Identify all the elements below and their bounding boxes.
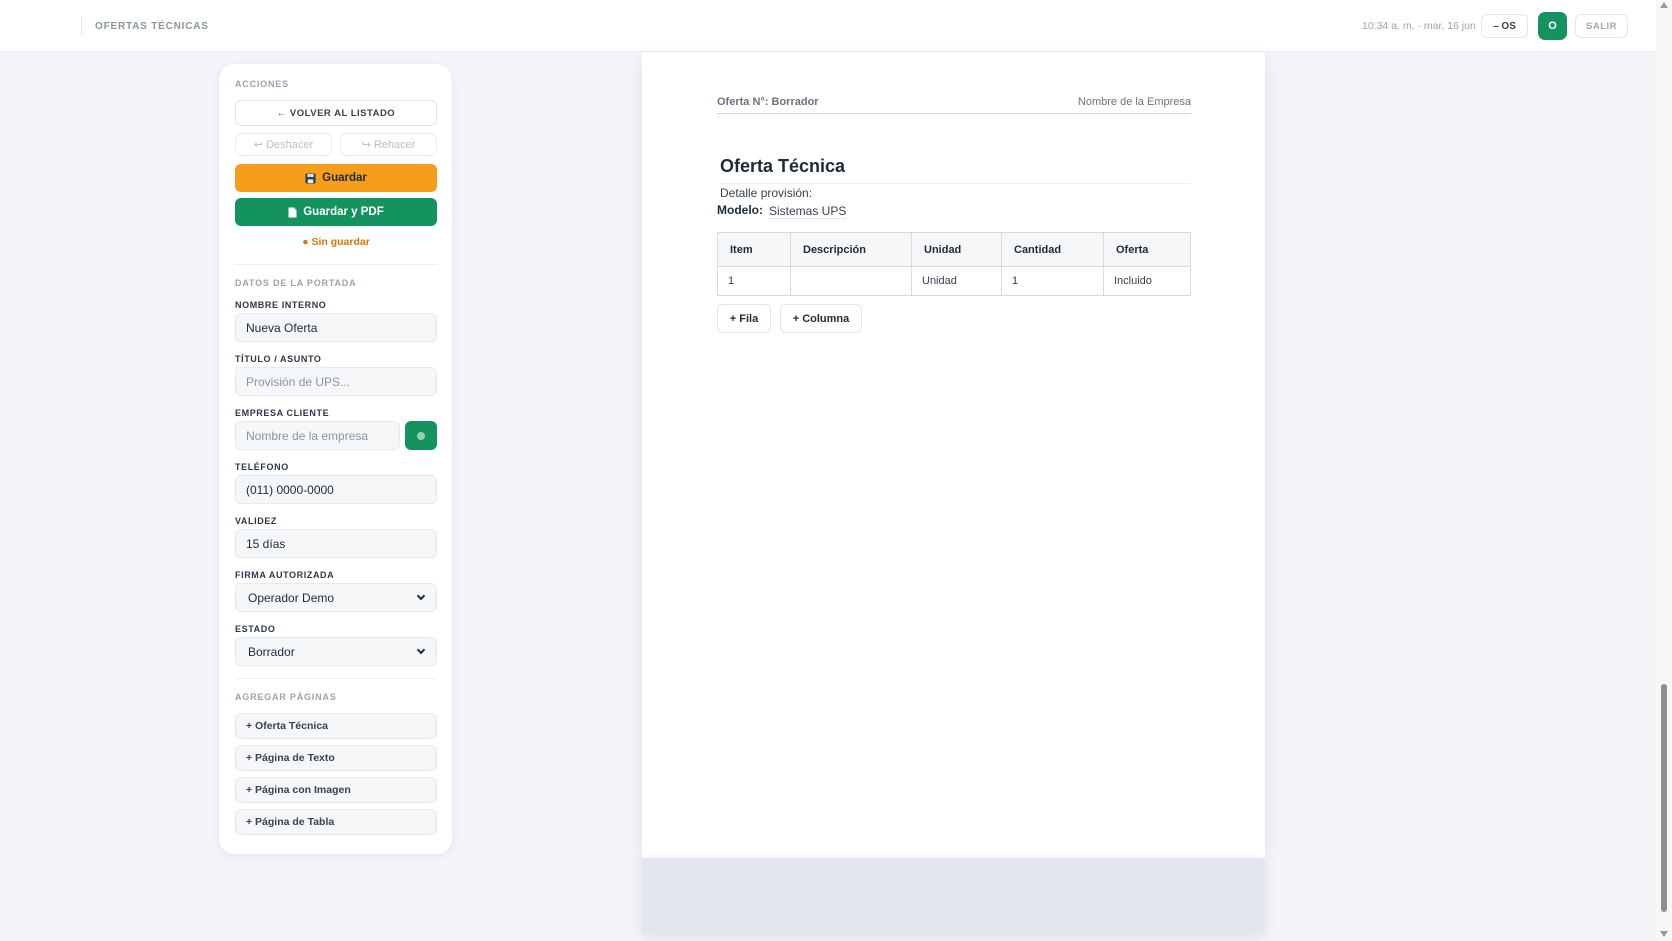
table-cell[interactable]: Unidad: [911, 266, 1002, 296]
search-icon: [417, 431, 425, 440]
state-label: ESTADO: [235, 624, 276, 634]
scroll-up-icon[interactable]: [1660, 2, 1668, 8]
actions-section-title: ACCIONES: [235, 79, 289, 89]
undo-button[interactable]: ↩ Deshacer: [235, 133, 332, 156]
signature-label: FIRMA AUTORIZADA: [235, 570, 335, 580]
save-and-pdf-button[interactable]: Guardar y PDF: [235, 198, 437, 226]
save-and-pdf-label: Guardar y PDF: [303, 206, 384, 218]
logout-button[interactable]: SALIR: [1575, 14, 1628, 38]
detail-label[interactable]: Detalle provisión:: [720, 186, 812, 200]
table-cell[interactable]: 1: [717, 266, 791, 296]
table-cell[interactable]: Incluido: [1103, 266, 1191, 296]
model-value[interactable]: Sistemas UPS: [769, 204, 847, 219]
document-icon: [288, 207, 297, 217]
section-divider: [235, 678, 437, 679]
offer-table: Item Descripción Unidad Cantidad Oferta …: [717, 232, 1191, 296]
add-column-button[interactable]: + Columna: [780, 304, 862, 333]
app-title: OFERTAS TÉCNICAS: [95, 21, 209, 32]
section-divider: [235, 264, 437, 265]
signature-select-value: Operador Demo: [248, 590, 335, 605]
title-input[interactable]: Provisión de UPS...: [235, 367, 437, 396]
column-header-unit[interactable]: Unidad: [911, 232, 1002, 267]
title-divider: [720, 183, 1191, 184]
title-label: TÍTULO / ASUNTO: [235, 354, 322, 364]
next-page-preview: [642, 858, 1265, 933]
validity-input[interactable]: 15 días: [235, 529, 437, 558]
user-chip[interactable]: – OS: [1481, 14, 1528, 38]
redo-button[interactable]: ↪ Rehacer: [340, 133, 437, 156]
model-label: Modelo:: [717, 203, 763, 217]
chevron-down-icon: [416, 591, 426, 600]
redo-icon: ↪: [361, 139, 371, 151]
internal-name-label: NOMBRE INTERNO: [235, 300, 327, 310]
save-status: ● Sin guardar: [302, 236, 370, 248]
client-company-input[interactable]: Nombre de la empresa: [235, 421, 400, 450]
save-label: Guardar: [322, 172, 367, 184]
table-cell[interactable]: 1: [1001, 266, 1104, 296]
add-pages-section-title: AGREGAR PÁGINAS: [235, 692, 337, 702]
add-table-page-button[interactable]: + Página de Tabla: [235, 809, 437, 835]
validity-label: VALIDEZ: [235, 516, 278, 526]
state-select[interactable]: Borrador: [235, 637, 437, 666]
scroll-down-icon[interactable]: [1660, 931, 1668, 937]
add-text-page-button[interactable]: + Página de Texto: [235, 745, 437, 771]
page-scrollbar[interactable]: [1656, 0, 1672, 941]
add-technical-offer-button[interactable]: + Oferta Técnica: [235, 713, 437, 739]
document-page: Oferta N°: Borrador Nombre de la Empresa…: [642, 52, 1265, 858]
phone-label: TELÉFONO: [235, 462, 289, 472]
document-title[interactable]: Oferta Técnica: [720, 156, 845, 177]
add-row-button[interactable]: + Fila: [717, 304, 771, 333]
column-header-quantity[interactable]: Cantidad: [1001, 232, 1104, 267]
undo-label: Deshacer: [266, 138, 314, 151]
table-header-row: Item Descripción Unidad Cantidad Oferta: [717, 232, 1191, 267]
offer-number: Oferta N°: Borrador: [717, 96, 819, 108]
table-cell[interactable]: [790, 266, 912, 296]
redo-label: Rehacer: [373, 138, 416, 151]
column-header-description[interactable]: Descripción: [790, 232, 912, 267]
column-header-offer[interactable]: Oferta: [1103, 232, 1191, 267]
chevron-down-icon: [416, 645, 426, 654]
scrollbar-thumb[interactable]: [1661, 684, 1667, 912]
table-row: 1 Unidad 1 Incluido: [717, 266, 1191, 296]
column-header-item[interactable]: Item: [717, 232, 791, 267]
phone-input[interactable]: (011) 0000-0000: [235, 475, 437, 504]
company-name-header[interactable]: Nombre de la Empresa: [1078, 96, 1191, 108]
top-bar: OFERTAS TÉCNICAS 10:34 a. m. · mar, 16 j…: [0, 0, 1656, 52]
floppy-disk-icon: [305, 172, 316, 184]
client-company-label: EMPRESA CLIENTE: [235, 408, 330, 418]
undo-icon: ↩: [253, 139, 264, 151]
client-search-button[interactable]: [405, 421, 437, 450]
header-divider: [717, 113, 1191, 114]
state-select-value: Borrador: [248, 644, 295, 659]
sidebar-panel: ACCIONES ← VOLVER AL LISTADO ↩ Deshacer …: [219, 64, 452, 854]
save-button[interactable]: Guardar: [235, 164, 437, 192]
topbar-divider: [81, 16, 82, 36]
signature-select[interactable]: Operador Demo: [235, 583, 437, 612]
avatar[interactable]: O: [1538, 12, 1567, 40]
cover-section-title: DATOS DE LA PORTADA: [235, 278, 357, 288]
datetime-display: 10:34 a. m. · mar, 16 jun: [1362, 20, 1476, 32]
back-to-list-button[interactable]: ← VOLVER AL LISTADO: [235, 100, 437, 126]
add-image-page-button[interactable]: + Página con Imagen: [235, 777, 437, 803]
internal-name-input[interactable]: Nueva Oferta: [235, 313, 437, 342]
